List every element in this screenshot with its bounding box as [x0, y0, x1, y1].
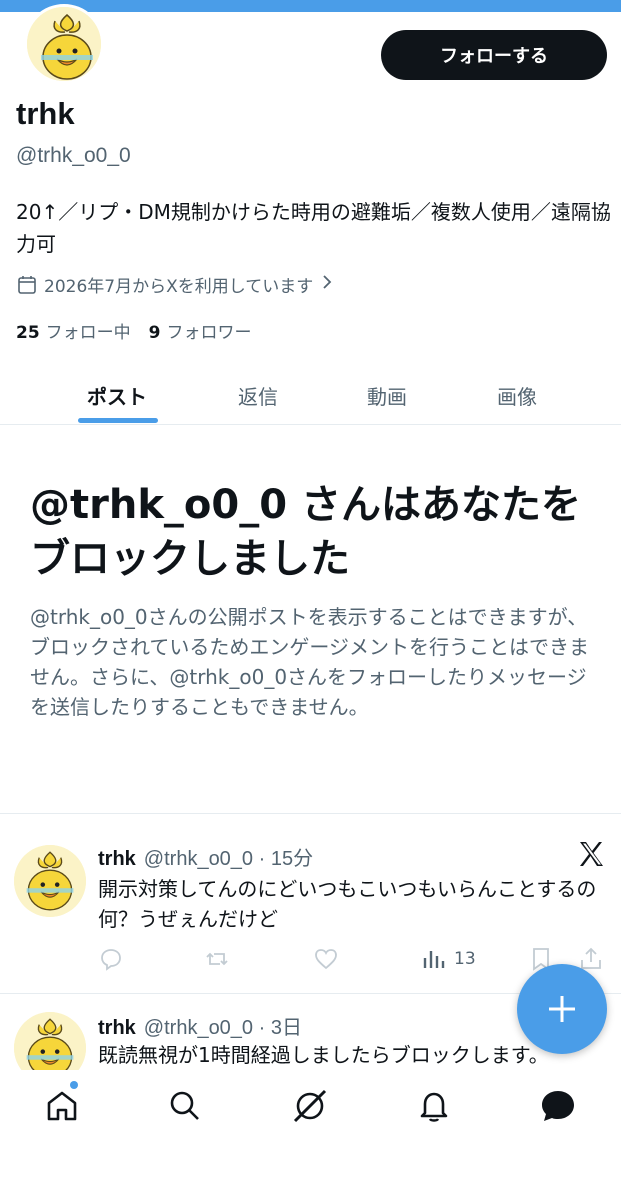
post-text: 開示対策してんのにどいつもこいつもいらんことするの何？うぜぇんだけど	[98, 877, 597, 931]
chevron-right-icon	[319, 274, 335, 295]
search-icon	[170, 1091, 199, 1120]
grok-icon	[293, 1089, 327, 1123]
views-button[interactable]: 13	[420, 944, 476, 974]
tab-videos[interactable]: 動画	[322, 365, 452, 425]
profile-bio: 20↑／リプ・DM規制かけらた時用の避難垢／複数人使用／遠隔協力可	[16, 200, 611, 256]
following-count: 25	[16, 323, 40, 343]
post-text: 既読無視が1時間経過しましたらブロックします。	[98, 1043, 549, 1067]
repost-button[interactable]	[204, 944, 230, 974]
profile-avatar[interactable]	[24, 4, 104, 84]
bell-icon	[420, 1092, 448, 1122]
following-link[interactable]: 25 フォロー中	[16, 318, 131, 343]
tab-replies[interactable]: 返信	[193, 365, 323, 425]
plus-icon	[549, 996, 575, 1022]
reply-button[interactable]	[98, 944, 124, 974]
nav-grok[interactable]	[290, 1086, 330, 1126]
home-icon	[47, 1091, 77, 1121]
post-avatar[interactable]	[14, 845, 86, 917]
x-logo-icon	[578, 840, 604, 868]
bottom-nav	[0, 1070, 621, 1200]
blocked-description: @trhk_o0_0さんの公開ポストを表示することはできますが、ブロックされてい…	[30, 605, 589, 719]
followers-count: 9	[148, 323, 161, 343]
top-accent-bar	[0, 0, 621, 12]
nav-messages[interactable]	[538, 1086, 578, 1126]
repost-icon	[206, 952, 228, 966]
follow-button[interactable]: フォローする	[381, 30, 607, 80]
profile-handle: @trhk_o0_0	[16, 144, 131, 167]
post-author-name[interactable]: trhk	[98, 848, 136, 871]
compose-button[interactable]	[517, 964, 607, 1054]
views-icon	[423, 951, 445, 968]
post-author-name[interactable]: trhk	[98, 1017, 136, 1040]
reply-icon	[101, 949, 121, 971]
tab-images[interactable]: 画像	[452, 365, 582, 425]
active-tab-indicator	[78, 418, 158, 423]
joined-text: 2026年7月からXを利用しています	[44, 277, 314, 297]
like-button[interactable]	[313, 944, 339, 974]
joined-date[interactable]: 2026年7月からXを利用しています	[16, 272, 335, 297]
nav-search[interactable]	[165, 1086, 205, 1126]
post-header: trhk @trhk_o0_0 · 15分	[98, 842, 313, 871]
post-meta: @trhk_o0_0 · 15分	[143, 848, 314, 870]
profile-tabs: ポスト 返信 動画 画像	[0, 365, 621, 425]
post-meta: @trhk_o0_0 · 3日	[143, 1017, 302, 1039]
following-label: フォロー中	[45, 323, 131, 343]
notification-dot	[70, 1081, 78, 1089]
avatar-mascot-icon	[27, 7, 101, 81]
calendar-icon	[16, 274, 38, 296]
avatar-mascot-icon	[14, 845, 86, 917]
blocked-title: @trhk_o0_0 さんはあなたをブロックしました	[30, 482, 581, 582]
divider	[0, 813, 621, 814]
profile-name: trhk	[16, 96, 75, 131]
views-count: 13	[454, 949, 476, 969]
heart-icon	[315, 949, 337, 970]
message-icon	[542, 1091, 574, 1121]
post-header: trhk @trhk_o0_0 · 3日	[98, 1011, 302, 1040]
followers-link[interactable]: 9 フォロワー	[149, 318, 252, 343]
tab-posts[interactable]: ポスト	[52, 365, 182, 425]
follow-stats: 25 フォロー中 9 フォロワー	[16, 318, 252, 343]
followers-label: フォロワー	[166, 323, 252, 343]
nav-home[interactable]	[42, 1086, 82, 1126]
nav-notifications[interactable]	[414, 1086, 454, 1126]
post-actions: 13	[98, 944, 608, 974]
